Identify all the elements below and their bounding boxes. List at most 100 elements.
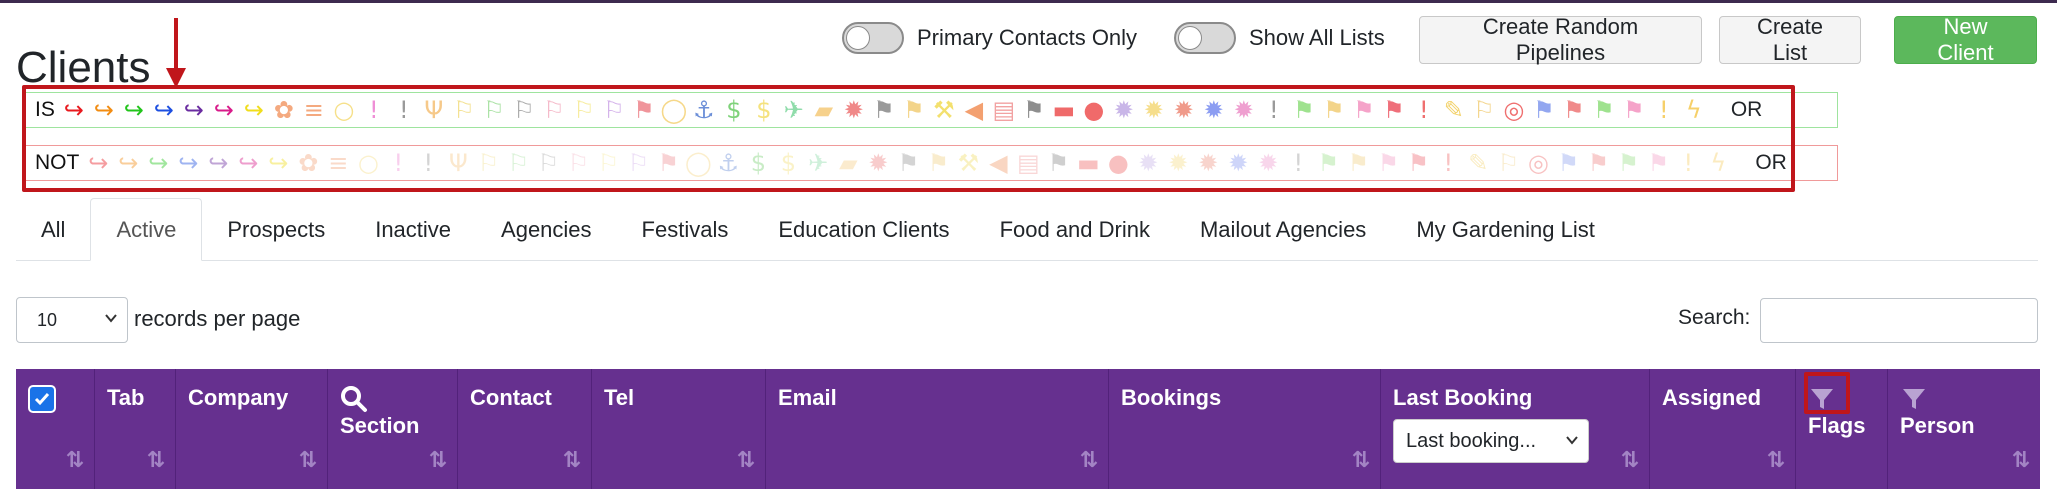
gear-blue-icon[interactable]: ✹ <box>1223 148 1253 178</box>
dollar-yellow-icon[interactable]: $ <box>749 95 779 125</box>
flag-darkgray-icon[interactable]: ⚑ <box>893 148 923 178</box>
gear-pink-icon[interactable]: ✹ <box>863 148 893 178</box>
dollar-yellow-icon[interactable]: $ <box>773 148 803 178</box>
flag-pink-icon[interactable]: ⚐ <box>563 148 593 178</box>
gear-salmon-icon[interactable]: ✹ <box>1193 148 1223 178</box>
flag-sand-icon[interactable]: ⚑ <box>899 95 929 125</box>
tab-festivals[interactable]: Festivals <box>617 198 754 261</box>
gear-blue-icon[interactable]: ✹ <box>1199 95 1229 125</box>
users-icon[interactable]: ✿ <box>293 148 323 178</box>
plane-icon[interactable]: ✈ <box>803 148 833 178</box>
flag-pink2-icon[interactable]: ⚑ <box>1349 95 1379 125</box>
exclamation-red-icon[interactable]: ! <box>1409 95 1439 125</box>
new-client-button[interactable]: New Client <box>1894 14 2037 65</box>
car-icon[interactable]: ▬ <box>1049 95 1079 125</box>
flag-lilac-icon[interactable]: ⚐ <box>599 95 629 125</box>
sort-icon[interactable]: ⇅ <box>66 448 84 473</box>
flag-green2-icon[interactable]: ⚑ <box>1589 95 1619 125</box>
column-email[interactable]: Email ⇅ <box>765 369 1108 489</box>
gear-salmon-icon[interactable]: ✹ <box>1169 95 1199 125</box>
tab-agencies[interactable]: Agencies <box>476 198 617 261</box>
flag-checkered-icon[interactable]: ⚐ <box>1469 95 1499 125</box>
share-arrow-red-icon[interactable]: ↪ <box>83 148 113 178</box>
megaphone-icon[interactable]: ◀ <box>959 95 989 125</box>
column-bookings[interactable]: Bookings ⇅ <box>1108 369 1380 489</box>
flag-green2-icon[interactable]: ⚑ <box>1613 148 1643 178</box>
share-arrow-blue-icon[interactable]: ↪ <box>149 95 179 125</box>
flag-gray-icon[interactable]: ⚐ <box>533 148 563 178</box>
flag-lightyellow-icon[interactable]: ⚐ <box>569 95 599 125</box>
flag-red-icon[interactable]: ⚑ <box>629 95 659 125</box>
bolt-icon[interactable]: ϟ <box>1703 148 1733 178</box>
database-icon[interactable]: ≡ <box>323 148 353 178</box>
flag-yellow-icon[interactable]: ⚐ <box>473 148 503 178</box>
primary-contacts-toggle[interactable]: Primary Contacts Only <box>842 22 1137 54</box>
hammer-icon[interactable]: ⚒ <box>929 95 959 125</box>
database-icon[interactable]: ≡ <box>299 95 329 125</box>
search-icon[interactable] <box>340 385 368 413</box>
share-arrow-yellow-icon[interactable]: ↪ <box>239 95 269 125</box>
apple-icon[interactable]: ● <box>1079 95 1109 125</box>
tab-education-clients[interactable]: Education Clients <box>753 198 974 261</box>
cutlery-icon[interactable]: Ψ <box>443 148 473 178</box>
tab-mailout-agencies[interactable]: Mailout Agencies <box>1175 198 1391 261</box>
dollar-green-icon[interactable]: $ <box>743 148 773 178</box>
flag-yellow-icon[interactable]: ⚐ <box>449 95 479 125</box>
exclamation-gray2-icon[interactable]: ! <box>1283 148 1313 178</box>
anchor-icon[interactable]: ⚓ <box>713 148 743 178</box>
exclamation-red-icon[interactable]: ! <box>1433 148 1463 178</box>
column-tel[interactable]: Tel ⇅ <box>591 369 765 489</box>
sort-icon[interactable]: ⇅ <box>1352 448 1370 473</box>
show-all-lists-toggle[interactable]: Show All Lists <box>1174 22 1385 54</box>
flag-red2-icon[interactable]: ⚑ <box>1379 95 1409 125</box>
share-arrow-magenta-icon[interactable]: ↪ <box>209 95 239 125</box>
share-arrow-blue-icon[interactable]: ↪ <box>173 148 203 178</box>
last-booking-filter-select[interactable]: Last booking... <box>1393 419 1589 463</box>
flag-red2-icon[interactable]: ⚑ <box>1403 148 1433 178</box>
life-ring-icon[interactable]: ◎ <box>1523 148 1553 178</box>
column-flags[interactable]: Flags <box>1795 369 1887 489</box>
flag-lilac-icon[interactable]: ⚐ <box>623 148 653 178</box>
records-per-page-select[interactable]: 10 <box>16 297 128 343</box>
flag-blue-icon[interactable]: ⚑ <box>1529 95 1559 125</box>
flag-pink-icon[interactable]: ⚐ <box>539 95 569 125</box>
sort-icon[interactable]: ⇅ <box>1767 448 1785 473</box>
users-icon[interactable]: ✿ <box>269 95 299 125</box>
gear-lilac-icon[interactable]: ✹ <box>1133 148 1163 178</box>
share-arrow-orange-icon[interactable]: ↪ <box>89 95 119 125</box>
gear-yellow-icon[interactable]: ✹ <box>1139 95 1169 125</box>
lightbulb-icon[interactable]: ○ <box>353 148 383 178</box>
car-icon[interactable]: ▬ <box>1073 148 1103 178</box>
sort-icon[interactable]: ⇅ <box>563 448 581 473</box>
share-arrow-yellow-icon[interactable]: ↪ <box>263 148 293 178</box>
lightbulb-icon[interactable]: ○ <box>329 95 359 125</box>
flag-sand2-icon[interactable]: ⚑ <box>1319 95 1349 125</box>
column-last-booking[interactable]: Last Booking Last booking... ⇅ <box>1380 369 1649 489</box>
exclamation-gray-icon[interactable]: ! <box>413 148 443 178</box>
exclamation-pink-icon[interactable]: ! <box>359 95 389 125</box>
sort-icon[interactable]: ⇅ <box>1621 448 1639 473</box>
sort-icon[interactable]: ⇅ <box>737 448 755 473</box>
sort-icon[interactable]: ⇅ <box>2012 448 2030 473</box>
tab-all[interactable]: All <box>16 198 90 261</box>
bolt-icon[interactable]: ϟ <box>1679 95 1709 125</box>
document-icon[interactable]: ▤ <box>989 95 1019 125</box>
flag-checkered-icon[interactable]: ⚐ <box>1493 148 1523 178</box>
sort-icon[interactable]: ⇅ <box>147 448 165 473</box>
anchor-icon[interactable]: ⚓ <box>689 95 719 125</box>
document-icon[interactable]: ▤ <box>1013 148 1043 178</box>
hammer-icon[interactable]: ⚒ <box>953 148 983 178</box>
sort-icon[interactable]: ⇅ <box>299 448 317 473</box>
flag-sand2-icon[interactable]: ⚑ <box>1343 148 1373 178</box>
share-arrow-orange-icon[interactable]: ↪ <box>113 148 143 178</box>
flag-lightgreen-icon[interactable]: ⚑ <box>1313 148 1343 178</box>
exclamation-pink-icon[interactable]: ! <box>383 148 413 178</box>
exclamation-gray-icon[interactable]: ! <box>389 95 419 125</box>
flag-blue-icon[interactable]: ⚑ <box>1553 148 1583 178</box>
flag-gray2-icon[interactable]: ⚑ <box>1043 148 1073 178</box>
not-or-toggle[interactable]: OR <box>1755 151 1787 175</box>
apple-icon[interactable]: ● <box>1103 148 1133 178</box>
column-person[interactable]: Person ⇅ <box>1887 369 2040 489</box>
share-arrow-green-icon[interactable]: ↪ <box>119 95 149 125</box>
exclamation-yellow-icon[interactable]: ! <box>1673 148 1703 178</box>
